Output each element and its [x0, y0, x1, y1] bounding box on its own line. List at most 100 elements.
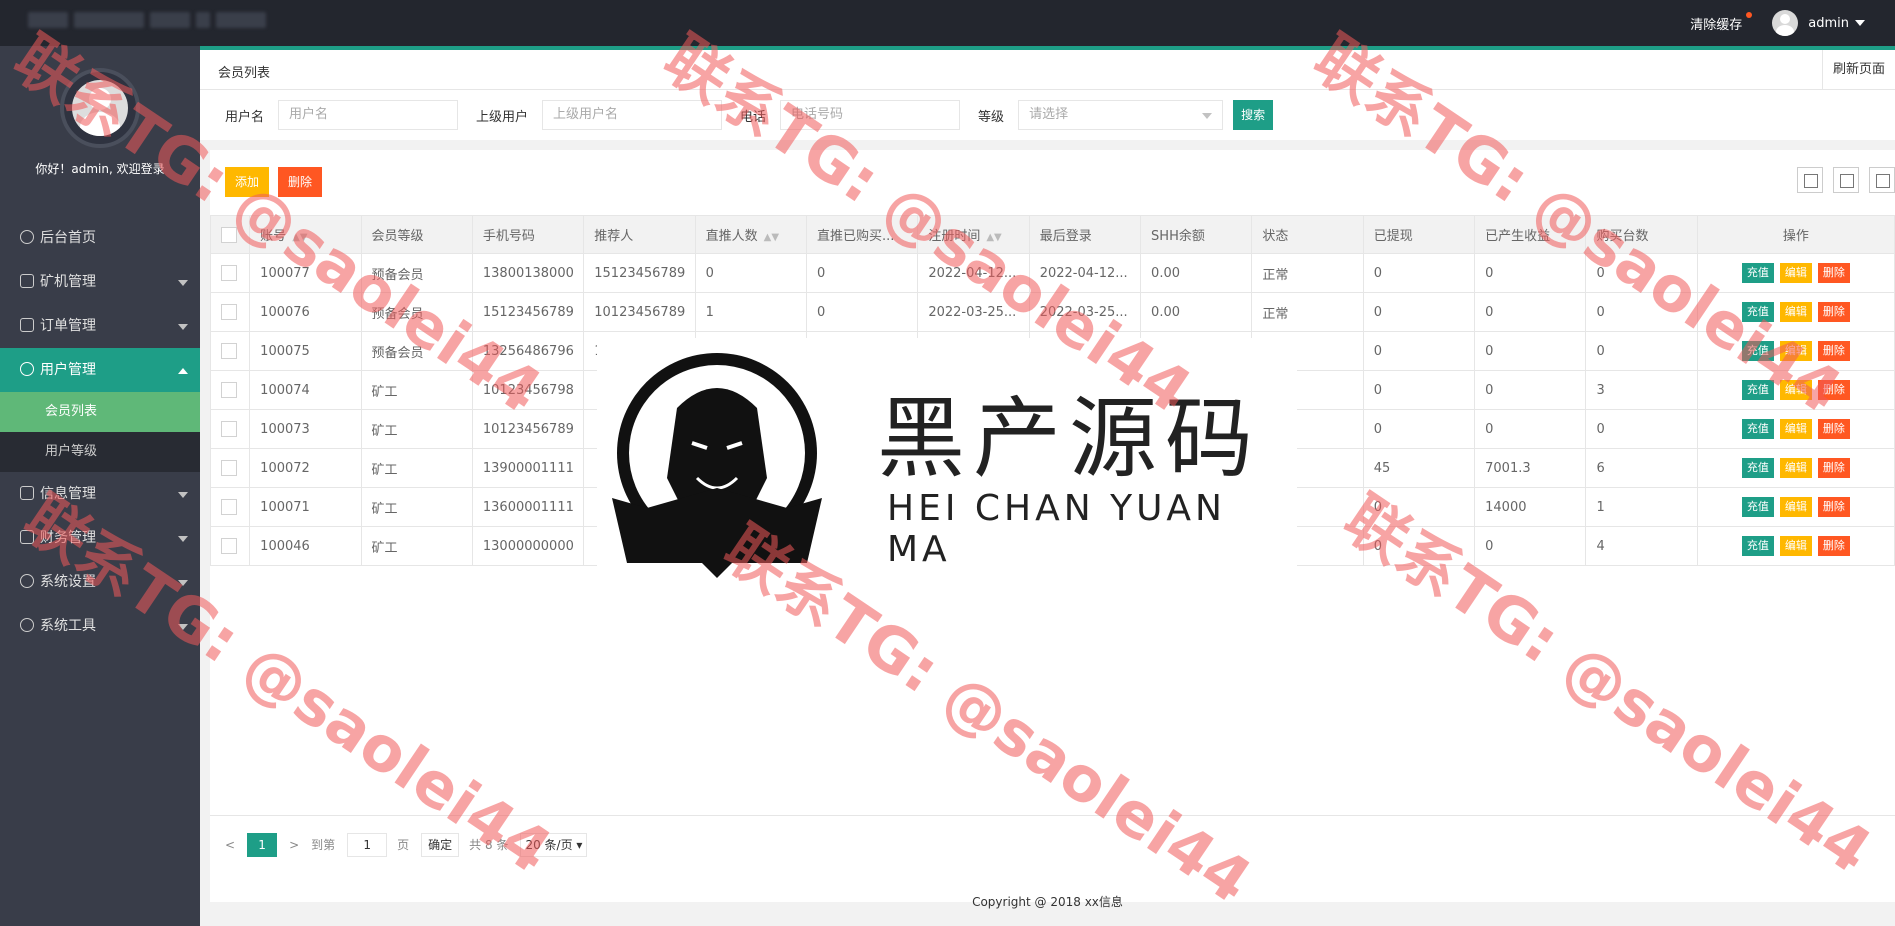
- row-checkbox[interactable]: [209, 448, 251, 488]
- parent-user-input[interactable]: 上级用户名: [542, 100, 723, 130]
- sidebar-item-settings[interactable]: 系统设置: [0, 560, 200, 604]
- level-label: 等级: [978, 109, 1005, 125]
- col-referrer: 推荐人: [583, 215, 696, 254]
- chevron-down-icon: [178, 580, 188, 586]
- delete-row-button[interactable]: 删除: [1817, 458, 1850, 478]
- row-checkbox[interactable]: [209, 487, 251, 527]
- sidebar-subitem-user-level[interactable]: 用户等级: [0, 432, 200, 472]
- page-confirm-button[interactable]: 确定: [421, 832, 460, 857]
- row-checkbox[interactable]: [209, 409, 251, 449]
- delete-row-button[interactable]: 删除: [1817, 536, 1850, 556]
- table-cell: 0: [1362, 409, 1476, 449]
- table-cell: 矿工: [360, 526, 473, 566]
- table-cell: 13600001111: [471, 487, 585, 527]
- recharge-button[interactable]: 充值: [1741, 302, 1774, 322]
- table-cell: 13000000000: [471, 526, 585, 566]
- delete-row-button[interactable]: 删除: [1817, 497, 1850, 517]
- print-icon[interactable]: [1869, 167, 1895, 193]
- sidebar-item-info[interactable]: 信息管理: [0, 472, 200, 516]
- sidebar-item-orders[interactable]: 订单管理: [0, 304, 200, 348]
- edit-button[interactable]: 编辑: [1779, 419, 1812, 439]
- prev-page-icon[interactable]: <: [225, 838, 235, 852]
- edit-button[interactable]: 编辑: [1779, 536, 1812, 556]
- recharge-button[interactable]: 充值: [1741, 263, 1774, 283]
- row-actions: 充值 编辑 删除: [1696, 331, 1895, 371]
- table-cell: 1: [694, 292, 807, 332]
- recharge-button[interactable]: 充值: [1741, 497, 1774, 517]
- table-cell: 0: [1474, 526, 1587, 566]
- level-select[interactable]: 请选择: [1018, 100, 1224, 130]
- sidebar-item-label: 订单管理: [40, 318, 96, 334]
- select-all-checkbox[interactable]: [209, 215, 251, 254]
- table-cell: 4: [1585, 526, 1698, 566]
- sidebar-item-label: 系统设置: [40, 574, 96, 590]
- page-jump-input[interactable]: 1: [347, 832, 388, 857]
- row-checkbox[interactable]: [209, 526, 251, 566]
- delete-row-button[interactable]: 删除: [1817, 341, 1850, 361]
- col-account[interactable]: 账号 ▲▼: [249, 215, 362, 254]
- recharge-button[interactable]: 充值: [1741, 536, 1774, 556]
- chevron-up-icon: [178, 368, 188, 374]
- edit-button[interactable]: 编辑: [1779, 302, 1812, 322]
- sidebar-item-miners[interactable]: 矿机管理: [0, 260, 200, 304]
- goto-label: 到第: [311, 838, 336, 852]
- sidebar-item-tools[interactable]: 系统工具: [0, 604, 200, 648]
- username-menu[interactable]: admin: [1808, 16, 1849, 31]
- row-checkbox[interactable]: [209, 292, 251, 332]
- export-icon[interactable]: [1833, 167, 1859, 193]
- sidebar-item-finance[interactable]: 财务管理: [0, 516, 200, 560]
- edit-button[interactable]: 编辑: [1779, 263, 1812, 283]
- total-count: 共 8 条: [469, 838, 509, 852]
- refresh-page-button[interactable]: 刷新页面: [1821, 50, 1895, 90]
- delete-button[interactable]: 删除: [278, 167, 323, 197]
- chevron-down-icon: [178, 492, 188, 498]
- add-button[interactable]: 添加: [225, 167, 270, 197]
- tab-member-list[interactable]: 会员列表: [218, 62, 270, 81]
- side-nav: 后台首页 矿机管理 订单管理 用户管理 会员列表 用户等级 信息管理 财务管理 …: [0, 216, 200, 648]
- sidebar-item-users[interactable]: 用户管理: [0, 348, 200, 392]
- delete-row-button[interactable]: 删除: [1817, 380, 1850, 400]
- clear-cache-link[interactable]: 清除缓存: [1690, 11, 1753, 33]
- table-cell: 0: [805, 253, 919, 293]
- delete-row-button[interactable]: 删除: [1817, 419, 1850, 439]
- sort-icon: ▲▼: [763, 232, 780, 243]
- sidebar-item-label: 矿机管理: [40, 274, 96, 290]
- username-input[interactable]: 用户名: [278, 100, 459, 130]
- next-page-icon[interactable]: >: [289, 838, 299, 852]
- welcome-text: 你好！admin, 欢迎登录: [35, 162, 165, 176]
- col-direct-bought: 直推已购买...: [805, 215, 919, 254]
- sidebar-subitem-member-list[interactable]: 会员列表: [0, 392, 200, 432]
- recharge-button[interactable]: 充值: [1741, 380, 1774, 400]
- sidebar-item-dashboard[interactable]: 后台首页: [0, 216, 200, 260]
- table-header-row: 账号 ▲▼ 会员等级 手机号码 推荐人 直推人数 ▲▼ 直推已购买... 注册时间 ▲…: [209, 215, 1895, 254]
- phone-input[interactable]: 电话号码: [780, 100, 961, 130]
- row-checkbox[interactable]: [209, 370, 251, 410]
- delete-row-button[interactable]: 删除: [1817, 302, 1850, 322]
- page-size-select[interactable]: 20 条/页 ▾: [520, 832, 588, 857]
- recharge-button[interactable]: 充值: [1741, 419, 1774, 439]
- tool-icon: [20, 618, 34, 632]
- delete-row-button[interactable]: 删除: [1817, 263, 1850, 283]
- brand-title-cn: 黑产源码: [877, 387, 1262, 490]
- table-cell: 10123456798: [471, 370, 585, 410]
- chevron-down-icon[interactable]: [1855, 20, 1865, 26]
- row-actions: 充值 编辑 删除: [1696, 448, 1895, 488]
- current-page[interactable]: 1: [247, 832, 278, 857]
- edit-button[interactable]: 编辑: [1779, 341, 1812, 361]
- edit-button[interactable]: 编辑: [1779, 458, 1812, 478]
- col-direct-count[interactable]: 直推人数 ▲▼: [694, 215, 807, 254]
- row-checkbox[interactable]: [209, 253, 251, 293]
- table-cell: 0: [1362, 487, 1476, 527]
- row-checkbox[interactable]: [209, 331, 251, 371]
- search-button[interactable]: 搜索: [1233, 100, 1274, 130]
- username-label: 用户名: [225, 109, 265, 125]
- edit-button[interactable]: 编辑: [1779, 380, 1812, 400]
- table-cell: 0: [1585, 292, 1698, 332]
- user-avatar-icon[interactable]: [1772, 10, 1799, 36]
- columns-icon[interactable]: [1797, 167, 1823, 193]
- recharge-button[interactable]: 充值: [1741, 341, 1774, 361]
- table-cell: 矿工: [360, 487, 473, 527]
- recharge-button[interactable]: 充值: [1741, 458, 1774, 478]
- col-register-time[interactable]: 注册时间 ▲▼: [917, 215, 1030, 254]
- edit-button[interactable]: 编辑: [1779, 497, 1812, 517]
